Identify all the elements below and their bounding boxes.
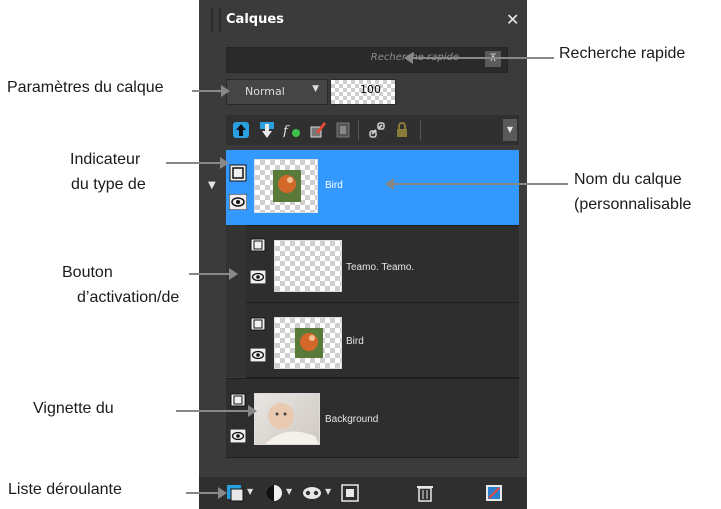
layer-type-icon[interactable] [250,317,266,331]
layer-toolbar: f ▼ [226,115,519,145]
toolbar-separator [358,120,359,140]
bird-image [273,170,301,202]
close-icon[interactable]: ✕ [506,10,519,29]
layers-panel: Calques ✕ Recherche rapide ⊼ Normal ▼ 10… [199,0,527,509]
arrow-toggle [189,268,238,280]
eye-icon[interactable] [250,270,266,284]
layer-row[interactable]: Background [226,378,519,458]
fit-icon[interactable] [341,484,359,502]
link-icon[interactable] [368,121,386,139]
trash-icon[interactable] [417,484,433,502]
layer-thumbnail [274,317,342,369]
baby-photo [265,403,319,444]
lock-icon[interactable] [393,121,411,139]
layer-thumbnail [254,159,318,213]
bird-image [295,328,323,358]
arrow-type-indicator [166,157,229,169]
annotation-toggle-2: d’activation/de [77,289,180,306]
layer-name[interactable]: Bird [325,180,343,191]
arrow-thumbnail [176,405,257,417]
chevron-down-icon[interactable]: ▼ [286,487,292,496]
move-up-icon[interactable] [232,121,250,139]
blend-mode-select[interactable]: Normal ▼ [226,79,328,105]
chevron-down-icon: ▼ [312,84,319,94]
eye-icon[interactable] [250,348,266,362]
layer-name[interactable]: Bird [346,336,364,347]
new-layer-icon[interactable] [226,484,244,502]
panel-titlebar: Calques ✕ [199,0,527,40]
eye-icon[interactable] [229,194,247,210]
layer-row[interactable]: Teamo. Teamo. [246,226,519,303]
layer-type-icon[interactable] [250,238,266,252]
opacity-field[interactable]: 100 [330,79,396,105]
mask-icon[interactable] [334,121,352,139]
annotation-layer-name-2: (personnalisable [574,196,692,213]
layer-row[interactable]: Bird [246,303,519,378]
chevron-down-icon[interactable]: ▼ [247,487,253,496]
chevron-down-icon[interactable]: ▼ [325,487,331,496]
arrow-dropdown [186,487,227,499]
annotation-toggle-1: Bouton [62,264,113,281]
layer-row[interactable]: Bird [226,150,519,226]
adjustment-icon[interactable] [265,484,283,502]
collapse-icon[interactable]: ⊼ [485,51,501,67]
blend-mode-value: Normal [245,85,285,98]
annotation-type-indicator-2: du type de [71,176,146,193]
move-down-icon[interactable] [258,121,276,139]
group-indent [226,225,246,377]
layer-name[interactable]: Background [325,414,378,425]
opacity-value: 100 [360,83,381,96]
layer-type-icon[interactable] [229,164,247,182]
svg-text:f: f [283,124,290,139]
arrow-layer-params [192,85,230,97]
eye-icon[interactable] [230,429,246,443]
panel-title: Calques [226,12,284,27]
annotation-dropdown: Liste déroulante [8,481,122,498]
annotation-type-indicator-1: Indicateur [70,151,141,168]
layer-type-icon[interactable] [230,393,246,407]
annotation-thumbnail: Vignette du [33,400,114,417]
chevron-down-icon[interactable]: ▼ [503,119,517,141]
arrow-layer-name [385,178,568,190]
bottom-toolbar: ▼ ▼ ▼ [199,477,527,509]
layer-thumbnail [254,393,320,445]
arrow-search [404,52,554,64]
annotation-search: Recherche rapide [559,45,686,62]
settings-icon[interactable] [485,484,503,502]
annotation-layer-params: Paramètres du calque [7,79,164,96]
annotation-layer-name-1: Nom du calque [574,171,682,188]
toolbar-separator [420,120,421,140]
drag-grip[interactable] [211,8,221,32]
layer-name[interactable]: Teamo. Teamo. [346,262,414,273]
expand-arrow-icon[interactable]: ▼ [208,180,216,191]
fx-icon[interactable]: f [283,121,301,139]
quick-search-input[interactable]: Recherche rapide ⊼ [226,47,508,73]
layer-thumbnail [274,240,342,292]
mask-group-icon[interactable] [302,485,322,501]
brush-mask-icon[interactable] [309,121,327,139]
